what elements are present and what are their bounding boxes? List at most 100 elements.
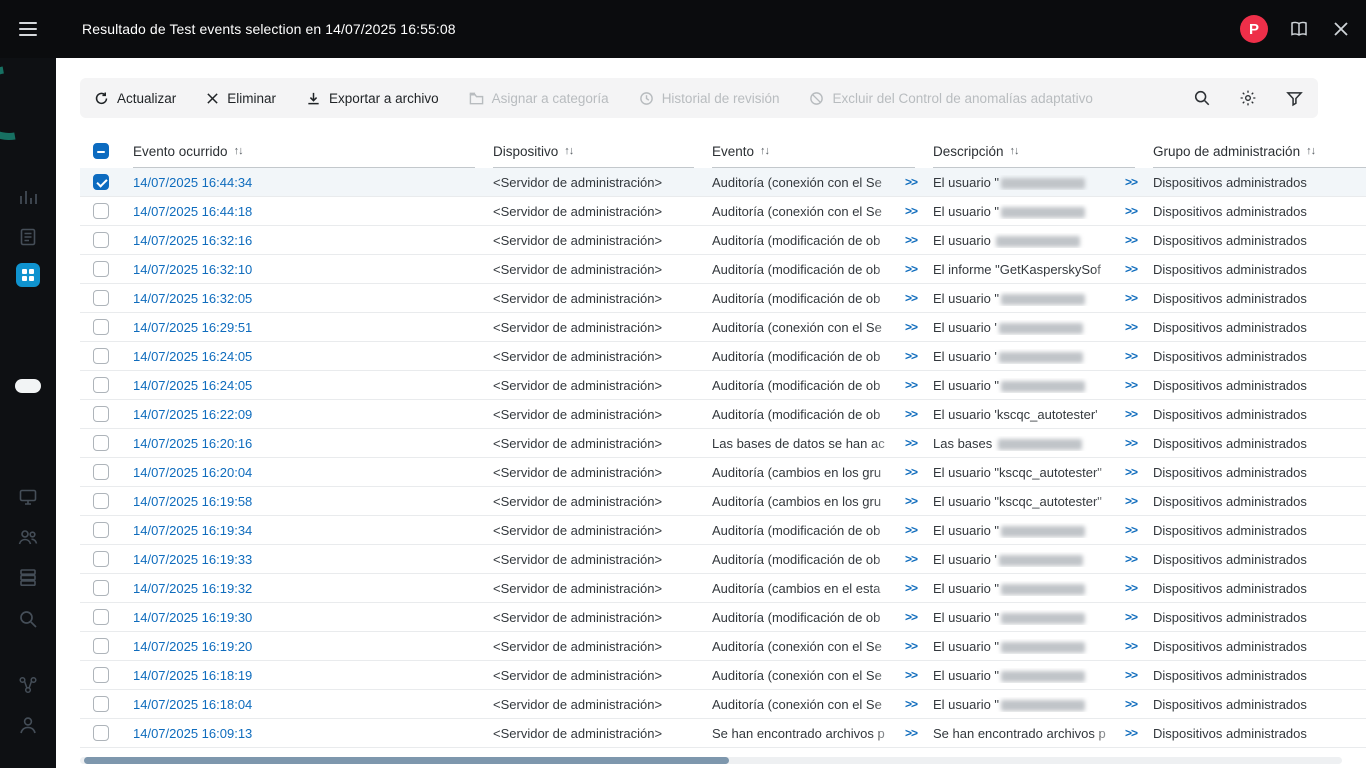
expand-description-link[interactable]: >> [1125, 407, 1138, 421]
horizontal-scrollbar-thumb[interactable] [84, 757, 729, 764]
table-row[interactable]: 14/07/2025 16:24:05 <Servidor de adminis… [80, 371, 1366, 400]
table-row[interactable]: 14/07/2025 16:24:05 <Servidor de adminis… [80, 342, 1366, 371]
event-time-link[interactable]: 14/07/2025 16:29:51 [133, 320, 252, 335]
table-row[interactable]: 14/07/2025 16:19:34 <Servidor de adminis… [80, 516, 1366, 545]
row-checkbox[interactable] [93, 551, 109, 567]
row-checkbox[interactable] [93, 725, 109, 741]
row-checkbox[interactable] [93, 290, 109, 306]
event-time-link[interactable]: 14/07/2025 16:24:05 [133, 378, 252, 393]
sort-icon[interactable]: ↑↓ [1306, 145, 1316, 157]
row-checkbox[interactable] [93, 174, 109, 190]
expand-description-link[interactable]: >> [1125, 552, 1138, 566]
table-row[interactable]: 14/07/2025 16:29:51 <Servidor de adminis… [80, 313, 1366, 342]
refresh-button[interactable]: Actualizar [94, 91, 176, 106]
table-row[interactable]: 14/07/2025 16:44:34 <Servidor de adminis… [80, 168, 1366, 197]
devices-icon[interactable] [0, 483, 56, 511]
filter-icon[interactable] [1284, 88, 1304, 108]
row-checkbox[interactable] [93, 377, 109, 393]
delete-button[interactable]: Eliminar [206, 91, 276, 106]
sort-icon[interactable]: ↑↓ [1010, 145, 1020, 157]
sort-icon[interactable]: ↑↓ [234, 145, 244, 157]
event-time-link[interactable]: 14/07/2025 16:22:09 [133, 407, 252, 422]
table-row[interactable]: 14/07/2025 16:19:33 <Servidor de adminis… [80, 545, 1366, 574]
assets-icon-active[interactable] [0, 261, 56, 289]
search-icon[interactable] [1192, 88, 1212, 108]
users-icon[interactable] [0, 523, 56, 551]
table-row[interactable]: 14/07/2025 16:32:05 <Servidor de adminis… [80, 284, 1366, 313]
close-icon[interactable] [1330, 18, 1352, 40]
expand-event-link[interactable]: >> [905, 407, 918, 421]
operations-icon[interactable] [0, 671, 56, 699]
expand-description-link[interactable]: >> [1125, 639, 1138, 653]
table-row[interactable]: 14/07/2025 16:19:58 <Servidor de adminis… [80, 487, 1366, 516]
event-time-link[interactable]: 14/07/2025 16:44:34 [133, 175, 252, 190]
expand-event-link[interactable]: >> [905, 610, 918, 624]
expand-description-link[interactable]: >> [1125, 291, 1138, 305]
event-time-link[interactable]: 14/07/2025 16:19:58 [133, 494, 252, 509]
table-row[interactable]: 14/07/2025 16:19:32 <Servidor de adminis… [80, 574, 1366, 603]
expand-description-link[interactable]: >> [1125, 378, 1138, 392]
settings-icon[interactable] [1238, 88, 1258, 108]
event-time-link[interactable]: 14/07/2025 16:18:19 [133, 668, 252, 683]
event-time-link[interactable]: 14/07/2025 16:20:04 [133, 465, 252, 480]
horizontal-scrollbar-track[interactable] [80, 757, 1342, 764]
event-time-link[interactable]: 14/07/2025 16:18:04 [133, 697, 252, 712]
row-checkbox[interactable] [93, 435, 109, 451]
table-row[interactable]: 14/07/2025 16:18:04 <Servidor de adminis… [80, 690, 1366, 719]
header-grupo[interactable]: Grupo de administración ↑↓ [1153, 134, 1366, 168]
expand-description-link[interactable]: >> [1125, 610, 1138, 624]
header-evento-ocurrido[interactable]: Evento ocurrido ↑↓ [133, 134, 493, 168]
row-checkbox[interactable] [93, 493, 109, 509]
expand-event-link[interactable]: >> [905, 204, 918, 218]
expand-description-link[interactable]: >> [1125, 233, 1138, 247]
table-row[interactable]: 14/07/2025 16:19:30 <Servidor de adminis… [80, 603, 1366, 632]
event-time-link[interactable]: 14/07/2025 16:20:16 [133, 436, 252, 451]
sort-icon[interactable]: ↑↓ [760, 145, 770, 157]
table-row[interactable]: 14/07/2025 16:20:16 <Servidor de adminis… [80, 429, 1366, 458]
expand-event-link[interactable]: >> [905, 262, 918, 276]
event-time-link[interactable]: 14/07/2025 16:44:18 [133, 204, 252, 219]
row-checkbox[interactable] [93, 638, 109, 654]
expand-description-link[interactable]: >> [1125, 726, 1138, 740]
expand-description-link[interactable]: >> [1125, 262, 1138, 276]
event-time-link[interactable]: 14/07/2025 16:19:20 [133, 639, 252, 654]
row-checkbox[interactable] [93, 667, 109, 683]
expand-event-link[interactable]: >> [905, 291, 918, 305]
row-checkbox[interactable] [93, 464, 109, 480]
expand-event-link[interactable]: >> [905, 233, 918, 247]
table-row[interactable]: 14/07/2025 16:09:13 <Servidor de adminis… [80, 719, 1366, 748]
expand-description-link[interactable]: >> [1125, 523, 1138, 537]
search-icon[interactable] [0, 605, 56, 633]
expand-description-link[interactable]: >> [1125, 581, 1138, 595]
table-row[interactable]: 14/07/2025 16:22:09 <Servidor de adminis… [80, 400, 1366, 429]
row-checkbox[interactable] [93, 203, 109, 219]
expand-event-link[interactable]: >> [905, 668, 918, 682]
table-row[interactable]: 14/07/2025 16:32:16 <Servidor de adminis… [80, 226, 1366, 255]
expand-event-link[interactable]: >> [905, 349, 918, 363]
table-row[interactable]: 14/07/2025 16:18:19 <Servidor de adminis… [80, 661, 1366, 690]
documentation-icon[interactable] [1288, 18, 1310, 40]
event-time-link[interactable]: 14/07/2025 16:32:16 [133, 233, 252, 248]
storage-icon[interactable] [0, 563, 56, 591]
expand-description-link[interactable]: >> [1125, 494, 1138, 508]
bug-report-badge[interactable]: P [1240, 15, 1268, 43]
expand-description-link[interactable]: >> [1125, 349, 1138, 363]
row-checkbox[interactable] [93, 522, 109, 538]
header-descripcion[interactable]: Descripción ↑↓ [933, 134, 1153, 168]
row-checkbox[interactable] [93, 261, 109, 277]
expand-event-link[interactable]: >> [905, 523, 918, 537]
account-icon[interactable] [0, 711, 56, 739]
row-checkbox[interactable] [93, 406, 109, 422]
expand-event-link[interactable]: >> [905, 436, 918, 450]
expand-event-link[interactable]: >> [905, 581, 918, 595]
table-row[interactable]: 14/07/2025 16:44:18 <Servidor de adminis… [80, 197, 1366, 226]
reports-icon[interactable] [0, 223, 56, 251]
event-time-link[interactable]: 14/07/2025 16:24:05 [133, 349, 252, 364]
row-checkbox[interactable] [93, 348, 109, 364]
hamburger-menu-icon[interactable] [0, 0, 56, 58]
export-button[interactable]: Exportar a archivo [306, 91, 439, 106]
row-checkbox[interactable] [93, 319, 109, 335]
event-time-link[interactable]: 14/07/2025 16:19:33 [133, 552, 252, 567]
row-checkbox[interactable] [93, 580, 109, 596]
expand-event-link[interactable]: >> [905, 378, 918, 392]
